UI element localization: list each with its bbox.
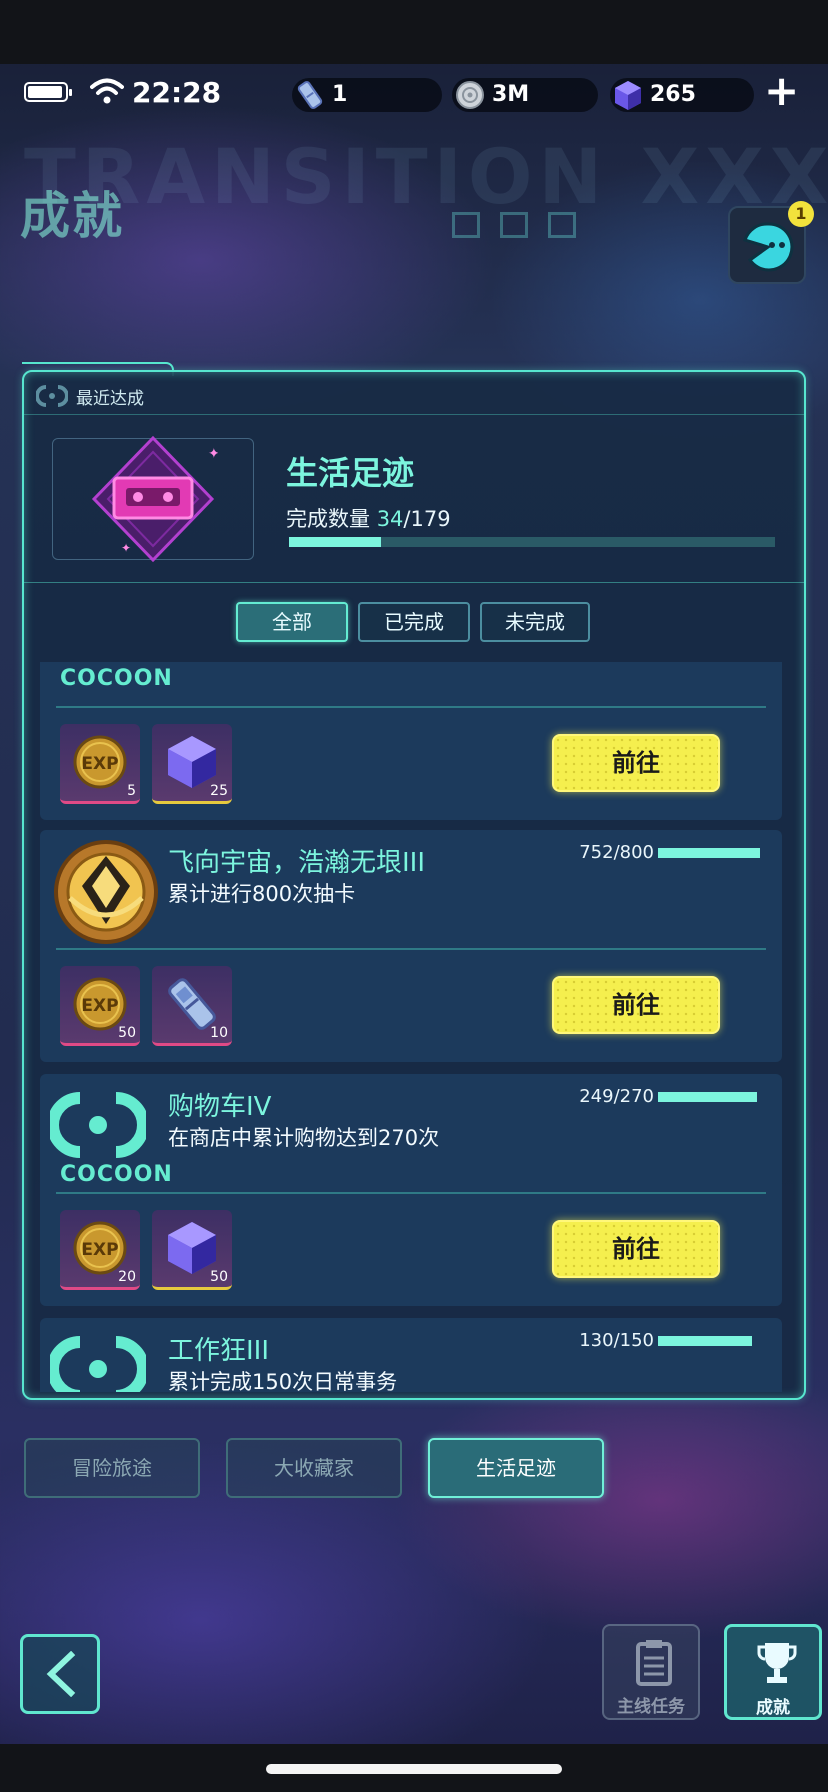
category-tab-collector[interactable]: 大收藏家 <box>226 1438 402 1498</box>
progress-label: 完成数量 <box>286 507 370 531</box>
achievement-card: 飞向宇宙，浩瀚无垠III 累计进行800次抽卡 752/800 EXP 50 1… <box>40 830 782 1062</box>
recent-title: 生活足迹 <box>286 454 415 492</box>
exp-coin-icon: EXP <box>73 735 127 789</box>
reward-ticket[interactable]: 10 <box>152 966 232 1046</box>
cocoon-logo-icon <box>50 1336 146 1392</box>
gem-count: 265 <box>650 82 696 107</box>
achievements-label: 成就 <box>756 1698 790 1718</box>
disc-coin-icon <box>456 81 484 109</box>
header-deco-icon <box>500 212 528 238</box>
divider <box>24 414 804 415</box>
wifi-icon <box>90 78 124 104</box>
ticket-counter[interactable]: 1 <box>292 78 442 112</box>
recent-header: 最近达成 <box>24 380 804 412</box>
notification-badge: 1 <box>788 201 814 227</box>
card-divider <box>56 948 766 950</box>
coin-counter[interactable]: 3M <box>452 78 598 112</box>
trophy-icon <box>757 1643 797 1683</box>
svg-text:✦: ✦ <box>208 446 218 462</box>
achievement-count: 752/800 <box>579 842 654 863</box>
card-divider <box>56 706 766 708</box>
home-indicator[interactable] <box>266 1764 562 1774</box>
cocoon-logo-text: COCOON <box>60 666 173 691</box>
back-button[interactable] <box>20 1634 100 1714</box>
recent-progress-fill <box>289 537 382 547</box>
main-tasks-label: 主线任务 <box>617 1697 685 1717</box>
filter-completed[interactable]: 已完成 <box>358 602 470 642</box>
achievement-card: COCOON 购物车IV 在商店中累计购物达到270次 249/270 EXP … <box>40 1074 782 1306</box>
reward-quantity: 10 <box>210 1025 228 1041</box>
chevron-left-icon <box>46 1651 76 1697</box>
category-tab-adventure[interactable]: 冒险旅途 <box>24 1438 200 1498</box>
progress-current: 34 <box>376 507 404 531</box>
svg-text:EXP: EXP <box>81 996 118 1016</box>
filter-all[interactable]: 全部 <box>236 602 348 642</box>
go-button[interactable]: 前往 <box>552 976 720 1034</box>
header-background-text: TRANSITION XXX <box>24 132 828 221</box>
cocoon-logo-text: COCOON <box>60 1162 173 1187</box>
reward-quantity: 50 <box>118 1025 136 1041</box>
cocoon-small-icon <box>36 385 68 407</box>
cassette-badge-icon: ✦ ✦ <box>91 436 218 562</box>
achievement-count: 130/150 <box>579 1330 654 1351</box>
achievement-title: 购物车IV <box>168 1092 272 1122</box>
reward-exp[interactable]: EXP 50 <box>60 966 140 1046</box>
reward-quantity: 50 <box>210 1269 228 1285</box>
cocoon-logo-icon <box>50 1092 146 1158</box>
achievement-card: 工作狂III 累计完成150次日常事务 130/150 <box>40 1318 782 1392</box>
reward-gem[interactable]: 25 <box>152 724 232 804</box>
reward-quantity: 20 <box>118 1269 136 1285</box>
reward-quantity: 25 <box>210 783 228 799</box>
reward-quantity: 5 <box>127 783 136 799</box>
ticket-icon <box>297 81 323 109</box>
top-bezel <box>0 0 828 64</box>
achievement-card: COCOON EXP 5 25 前往 <box>40 662 782 820</box>
divider <box>24 582 804 583</box>
achievement-desc: 累计完成150次日常事务 <box>168 1370 398 1392</box>
svg-text:✦: ✦ <box>121 541 131 555</box>
reward-exp[interactable]: EXP 20 <box>60 1210 140 1290</box>
filter-incomplete[interactable]: 未完成 <box>480 602 590 642</box>
card-divider <box>56 1192 766 1194</box>
achievement-desc: 在商店中累计购物达到270次 <box>168 1126 440 1150</box>
recent-label: 最近达成 <box>76 389 144 409</box>
reward-gem[interactable]: 50 <box>152 1210 232 1290</box>
achievement-list[interactable]: COCOON EXP 5 25 前往 飞向宇宙，浩瀚无垠III 累计进行800次… <box>24 662 804 1392</box>
coin-count: 3M <box>492 82 530 107</box>
progress-total: /179 <box>403 507 451 531</box>
pacman-icon <box>743 222 794 272</box>
main-tasks-button[interactable]: 主线任务 <box>602 1624 700 1720</box>
header-deco-icon <box>452 212 480 238</box>
achievement-title: 飞向宇宙，浩瀚无垠III <box>168 848 426 878</box>
achievement-progress-bar <box>658 848 760 858</box>
svg-text:EXP: EXP <box>81 1240 118 1260</box>
svg-text:EXP: EXP <box>81 754 118 774</box>
gem-counter[interactable]: 265 <box>610 78 754 112</box>
go-button[interactable]: 前往 <box>552 734 720 792</box>
gem-cube-icon <box>615 81 641 110</box>
achievements-button[interactable]: 成就 <box>724 1624 822 1720</box>
add-currency-button[interactable]: + <box>764 70 799 112</box>
recent-progress-bar <box>289 537 775 547</box>
clipboard-icon <box>636 1640 672 1686</box>
recent-progress-text: 完成数量 34/179 <box>286 503 451 533</box>
achievement-progress-bar <box>658 1092 757 1102</box>
battery-icon <box>24 82 72 102</box>
reward-exp[interactable]: EXP 5 <box>60 724 140 804</box>
page-title: 成就 <box>20 187 124 245</box>
achievement-desc: 累计进行800次抽卡 <box>168 882 356 906</box>
achievement-progress-bar <box>658 1336 752 1346</box>
status-bar: 22:28 1 3M 265 + <box>0 64 828 120</box>
ticket-count: 1 <box>332 82 348 107</box>
achievement-count: 249/270 <box>579 1086 654 1107</box>
achievement-title: 工作狂III <box>168 1336 270 1366</box>
category-tab-life[interactable]: 生活足迹 <box>428 1438 604 1498</box>
header-deco-icon <box>548 212 576 238</box>
go-button[interactable]: 前往 <box>552 1220 720 1278</box>
clock: 22:28 <box>132 76 222 109</box>
golden-medal-icon <box>54 840 158 944</box>
